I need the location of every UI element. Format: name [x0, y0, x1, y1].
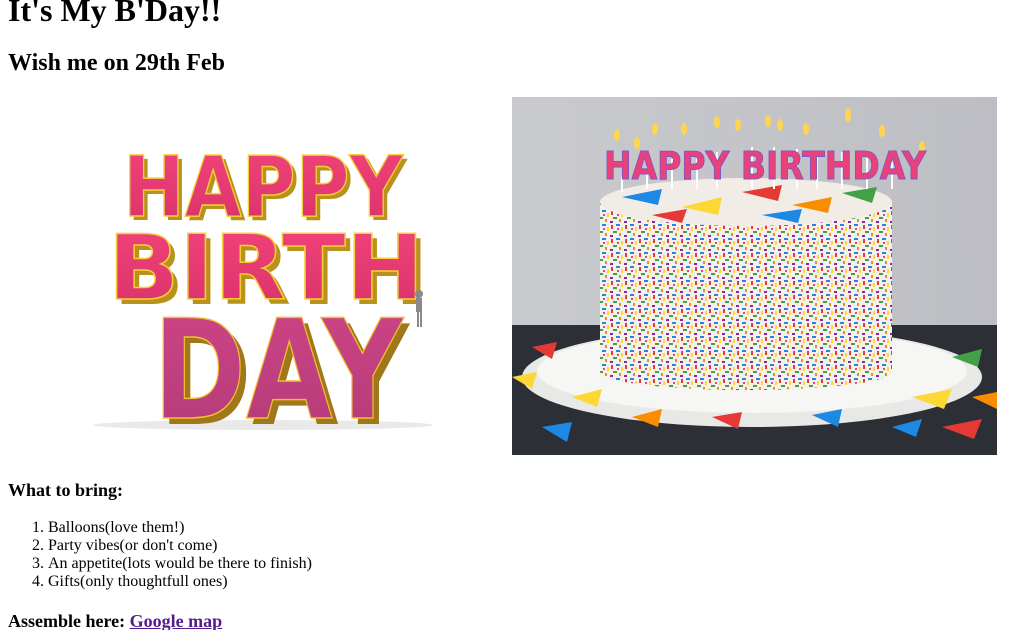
google-map-link[interactable]: Google map — [130, 611, 223, 630]
birthday-cake-photo: HAPPY BIRTHDAY — [512, 97, 997, 455]
svg-text:DAY: DAY — [153, 290, 405, 451]
assemble-label: Assemble here: — [8, 611, 130, 630]
list-item: Balloons(love them!) — [48, 519, 312, 537]
list-item: Party vibes(or don't come) — [48, 537, 312, 555]
happy-birthday-text-image: HAPPY HAPPY BIRTH BIRTH DAY DAY — [8, 97, 496, 455]
candle-letters: HAPPY BIRTHDAY — [604, 144, 926, 188]
page-subtitle: Wish me on 29th Feb — [8, 50, 225, 76]
page-title: It's My B'Day!! — [8, 0, 222, 28]
assemble-line: Assemble here: Google map — [8, 611, 222, 630]
what-to-bring-list: Balloons(love them!) Party vibes(or don'… — [8, 519, 312, 591]
list-item: Gifts(only thoughtfull ones) — [48, 573, 312, 591]
list-item: An appetite(lots would be there to finis… — [48, 555, 312, 573]
what-to-bring-heading: What to bring: — [8, 480, 124, 500]
